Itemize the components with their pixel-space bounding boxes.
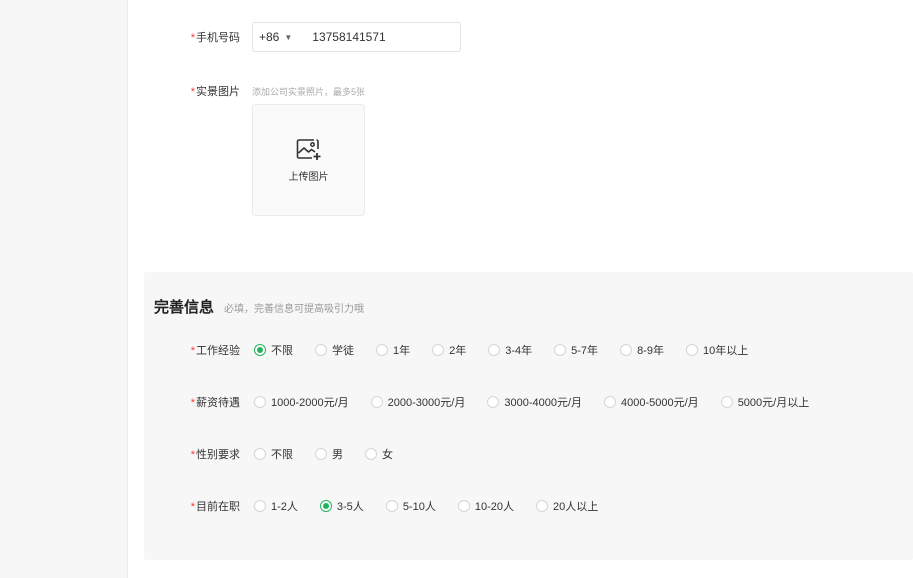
info-panel: 完善信息 必填，完善信息可提高吸引力哦 *工作经验 不限 学徒 1年 2年 3-4年 5-… xyxy=(144,272,913,560)
radio-button[interactable] xyxy=(370,396,383,408)
salary-option[interactable]: 1000-2000元/月 xyxy=(254,394,349,410)
upload-image-label: 上传图片 xyxy=(288,171,329,183)
panel-title: 完善信息 xyxy=(154,299,215,316)
staff-option[interactable]: 5-10人 xyxy=(385,498,436,514)
experience-option-label: 10年以上 xyxy=(702,345,749,357)
radio-button[interactable] xyxy=(365,448,377,460)
experience-option[interactable]: 不限 xyxy=(254,342,293,358)
experience-row: *工作经验 不限 学徒 1年 2年 3-4年 5-7年 8-9年 10年以上 xyxy=(144,342,770,358)
staff-option-label: 20人以上 xyxy=(552,501,599,513)
radio-button[interactable] xyxy=(254,344,266,356)
radio-button[interactable] xyxy=(254,396,266,408)
photos-hint: 添加公司实景照片，最多5张 xyxy=(252,86,366,97)
country-code-select[interactable]: +86 ▼ xyxy=(259,30,292,44)
radio-button[interactable] xyxy=(535,500,548,512)
gender-option-label: 不限 xyxy=(271,449,293,461)
salary-options: 1000-2000元/月 2000-3000元/月 3000-4000元/月 4000… xyxy=(254,394,831,410)
radio-button[interactable] xyxy=(604,396,617,408)
salary-option[interactable]: 2000-3000元/月 xyxy=(370,394,466,410)
experience-option-label: 5-7年 xyxy=(571,345,599,357)
gender-label: *性别要求 xyxy=(190,449,240,461)
experience-label: *工作经验 xyxy=(190,345,240,357)
radio-button[interactable] xyxy=(319,500,332,512)
radio-button[interactable] xyxy=(457,500,470,512)
salary-option[interactable]: 5000元/月以上 xyxy=(720,394,810,410)
radio-button[interactable] xyxy=(720,396,733,408)
experience-option[interactable]: 3-4年 xyxy=(488,342,532,358)
staff-option[interactable]: 3-5人 xyxy=(319,498,364,514)
gender-row: *性别要求 不限 男 女 xyxy=(144,446,415,462)
gender-option-label: 女 xyxy=(382,449,393,461)
caret-down-icon: ▼ xyxy=(284,32,293,42)
salary-option-label: 3000-4000元/月 xyxy=(504,397,583,409)
radio-button[interactable] xyxy=(376,344,388,356)
staff-row: *目前在职 1-2人 3-5人 5-10人 10-20人 20人以上 xyxy=(144,498,620,514)
staff-option-label: 1-2人 xyxy=(271,501,298,513)
image-add-icon xyxy=(296,138,320,160)
radio-button[interactable] xyxy=(620,344,633,356)
radio-button[interactable] xyxy=(315,448,327,460)
experience-option[interactable]: 学徒 xyxy=(315,342,354,358)
experience-option[interactable]: 1年 xyxy=(376,342,410,358)
main-content: *手机号码 +86 ▼ 13758141571 *实景图片 添加公司实景照片，最… xyxy=(128,0,913,578)
salary-label: *薪资待遇 xyxy=(190,397,240,409)
gender-option-label: 男 xyxy=(332,449,343,461)
salary-option-label: 4000-5000元/月 xyxy=(621,397,699,409)
radio-button[interactable] xyxy=(432,344,445,356)
experience-option-label: 3-4年 xyxy=(505,345,533,357)
salary-row: *薪资待遇 1000-2000元/月 2000-3000元/月 3000-4000元… xyxy=(144,394,831,410)
salary-option-label: 5000元/月以上 xyxy=(737,397,810,409)
gender-options: 不限 男 女 xyxy=(254,446,415,462)
experience-option-label: 学徒 xyxy=(332,345,354,357)
phone-label: *手机号码 xyxy=(190,32,240,44)
staff-option[interactable]: 10-20人 xyxy=(457,498,514,514)
radio-button[interactable] xyxy=(254,500,266,512)
upload-image-button[interactable]: 上传图片 xyxy=(252,104,365,216)
photos-row: *实景图片 添加公司实景照片，最多5张 xyxy=(128,84,365,98)
gender-option[interactable]: 女 xyxy=(365,446,393,462)
salary-option-label: 2000-3000元/月 xyxy=(387,397,466,409)
experience-option[interactable]: 2年 xyxy=(432,342,466,358)
staff-option[interactable]: 1-2人 xyxy=(254,498,298,514)
gender-option[interactable]: 男 xyxy=(315,446,343,462)
phone-input[interactable]: +86 ▼ 13758141571 xyxy=(252,22,461,52)
salary-option[interactable]: 3000-4000元/月 xyxy=(487,394,582,410)
panel-subtitle: 必填，完善信息可提高吸引力哦 xyxy=(224,304,365,315)
staff-label: *目前在职 xyxy=(190,501,240,513)
radio-button[interactable] xyxy=(685,344,698,356)
radio-button[interactable] xyxy=(554,344,567,356)
staff-option-label: 5-10人 xyxy=(402,501,436,513)
experience-option-label: 不限 xyxy=(271,345,293,357)
staff-options: 1-2人 3-5人 5-10人 10-20人 20人以上 xyxy=(254,498,620,514)
experience-option-label: 8-9年 xyxy=(637,345,664,357)
sidebar xyxy=(0,0,128,578)
salary-option[interactable]: 4000-5000元/月 xyxy=(604,394,699,410)
staff-option[interactable]: 20人以上 xyxy=(535,498,599,514)
experience-option[interactable]: 8-9年 xyxy=(620,342,664,358)
experience-option-label: 1年 xyxy=(393,345,411,357)
salary-option-label: 1000-2000元/月 xyxy=(271,397,349,409)
radio-button[interactable] xyxy=(315,344,327,356)
radio-button[interactable] xyxy=(487,396,500,408)
experience-option[interactable]: 10年以上 xyxy=(685,342,749,358)
gender-option[interactable]: 不限 xyxy=(254,446,293,462)
phone-row: *手机号码 xyxy=(128,22,240,52)
staff-option-label: 3-5人 xyxy=(336,501,364,513)
radio-button[interactable] xyxy=(254,448,266,460)
staff-option-label: 10-20人 xyxy=(474,501,514,513)
radio-button[interactable] xyxy=(385,500,398,512)
experience-option-label: 2年 xyxy=(449,345,467,357)
panel-header: 完善信息 必填，完善信息可提高吸引力哦 xyxy=(154,296,364,317)
photos-label: *实景图片 xyxy=(190,86,240,98)
phone-value[interactable]: 13758141571 xyxy=(312,30,385,44)
experience-options: 不限 学徒 1年 2年 3-4年 5-7年 8-9年 10年以上 xyxy=(254,342,770,358)
radio-button[interactable] xyxy=(488,344,501,356)
experience-option[interactable]: 5-7年 xyxy=(554,342,598,358)
